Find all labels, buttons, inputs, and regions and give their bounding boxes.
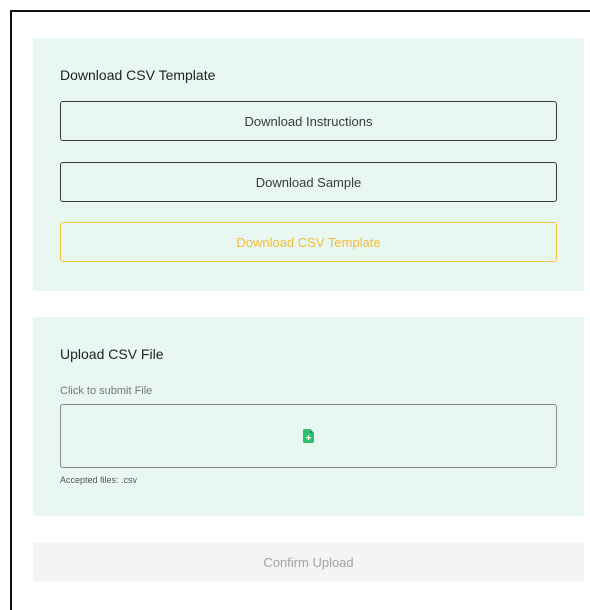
confirm-upload-button[interactable]: Confirm Upload <box>33 543 584 581</box>
file-dropzone[interactable] <box>60 404 557 468</box>
download-section-title: Download CSV Template <box>60 67 216 83</box>
download-csv-template-button[interactable]: Download CSV Template <box>60 222 557 262</box>
file-add-icon <box>303 429 314 443</box>
download-instructions-button[interactable]: Download Instructions <box>60 101 557 141</box>
upload-section-title: Upload CSV File <box>60 346 164 362</box>
accepted-files-note: Accepted files: .csv <box>60 475 138 485</box>
download-template-panel: Download CSV Template Download Instructi… <box>33 38 584 291</box>
upload-hint: Click to submit File <box>60 385 153 397</box>
download-sample-button[interactable]: Download Sample <box>60 162 557 202</box>
upload-csv-panel: Upload CSV File Click to submit File Acc… <box>33 317 584 516</box>
